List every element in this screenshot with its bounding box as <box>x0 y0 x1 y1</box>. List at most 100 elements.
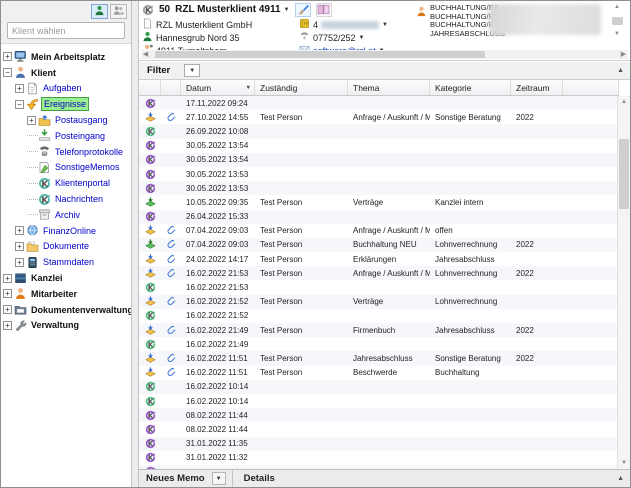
expand-icon[interactable]: + <box>27 116 36 125</box>
table-row[interactable]: K31.01.2022 11:32 <box>139 451 619 465</box>
cell-datum: 30.05.2022 13:54 <box>181 141 255 150</box>
table-row[interactable]: K30.05.2022 13:53 <box>139 181 619 195</box>
table-row[interactable]: 24.02.2022 14:17Test PersonErklärungenJa… <box>139 252 619 266</box>
sidebar-item-dokumentenverwaltung[interactable]: +Dokumentenverwaltung <box>1 302 131 318</box>
collapse-icon[interactable]: − <box>15 100 24 109</box>
scroll-up-icon[interactable]: ▲ <box>614 4 620 10</box>
cell-kategorie: Lohnverrechnung <box>430 297 511 306</box>
ref-dropdown-caret[interactable]: ▼ <box>382 22 388 28</box>
sidebar-splitter[interactable] <box>132 1 139 487</box>
neues-memo-dropdown[interactable]: ▼ <box>212 472 226 485</box>
table-row[interactable]: 07.04.2022 09:03Test PersonAnfrage / Aus… <box>139 224 619 238</box>
expand-icon[interactable]: + <box>15 242 24 251</box>
table-row[interactable]: K16.02.2022 21:49 <box>139 337 619 351</box>
clip-icon <box>166 296 177 307</box>
filter-collapse-icon[interactable]: ▲ <box>617 67 624 74</box>
table-row[interactable]: K30.05.2022 13:54 <box>139 153 619 167</box>
table-scroll-thumb[interactable] <box>619 139 629 209</box>
client-selector[interactable]: RZL Musterklient 4911 <box>175 4 280 15</box>
expand-icon[interactable]: + <box>3 274 12 283</box>
table-row[interactable]: K17.11.2022 09:24 <box>139 96 619 110</box>
column-icon2[interactable] <box>161 80 181 95</box>
expand-icon[interactable]: + <box>15 258 24 267</box>
expand-icon[interactable]: + <box>3 305 12 314</box>
table-row[interactable]: K31.01.2022 11:35 <box>139 437 619 451</box>
tab-details[interactable]: Details <box>237 470 282 487</box>
row-icon-cell <box>161 239 181 250</box>
scroll-left-icon[interactable]: ◀ <box>141 50 150 59</box>
sidebar-item-dokumente[interactable]: +Dokumente <box>1 239 131 255</box>
client-view-button[interactable] <box>91 4 108 19</box>
sidebar-item-verwaltung[interactable]: +Verwaltung <box>1 318 131 334</box>
sidebar-item-ereignisse[interactable]: −Ereignisse <box>1 96 131 112</box>
sidebar-item-telefonprotokolle[interactable]: Telefonprotokolle <box>1 144 131 160</box>
expand-icon[interactable]: + <box>3 289 12 298</box>
sidebar-item-stammdaten[interactable]: +Stammdaten <box>1 254 131 270</box>
sidebar-item-klientenportal[interactable]: KKlientenportal <box>1 175 131 191</box>
expand-icon[interactable]: + <box>15 226 24 235</box>
sidebar-item-finanzonline[interactable]: +FinanzOnline <box>1 223 131 239</box>
sidebar-item-kanzlei[interactable]: +Kanzlei <box>1 270 131 286</box>
group-view-button[interactable] <box>110 4 127 19</box>
table-row[interactable]: K16.02.2022 10:14 <box>139 394 619 408</box>
sidebar-item-archiv[interactable]: Archiv <box>1 207 131 223</box>
table-row[interactable]: 16.02.2022 11:51Test PersonBeschwerdeBuc… <box>139 366 619 380</box>
table-row[interactable]: K26.04.2022 15:33 <box>139 210 619 224</box>
sidebar-item-posteingang[interactable]: Posteingang <box>1 128 131 144</box>
tab-neues-memo[interactable]: Neues Memo <box>139 470 212 487</box>
table-row[interactable]: K16.02.2022 21:52 <box>139 309 619 323</box>
table-scroll-down-icon[interactable]: ▼ <box>618 460 630 466</box>
table-vscrollbar[interactable]: ▲ ▼ <box>617 96 630 469</box>
table-row[interactable]: K26.09.2022 10:08 <box>139 124 619 138</box>
column-icon1[interactable] <box>139 80 161 95</box>
table-row[interactable]: 16.02.2022 11:51Test PersonJahresabschlu… <box>139 351 619 365</box>
column-thema[interactable]: Thema <box>348 80 430 95</box>
sidebar-item-aufgaben[interactable]: +Aufgaben <box>1 81 131 97</box>
row-icon-cell <box>161 296 181 307</box>
table-row[interactable]: K30.05.2022 13:54 <box>139 139 619 153</box>
column-zeitraum[interactable]: Zeitraum <box>511 80 563 95</box>
datum-filter-caret[interactable]: ▼ <box>246 85 251 91</box>
table-row[interactable]: 27.10.2022 14:55Test PersonAnfrage / Aus… <box>139 110 619 124</box>
expand-icon[interactable]: + <box>15 84 24 93</box>
hscroll-thumb[interactable] <box>155 51 485 58</box>
person-client-icon <box>14 66 27 79</box>
filter-dropdown-button[interactable]: ▼ <box>184 64 200 77</box>
scroll-right-icon[interactable]: ▶ <box>619 50 628 59</box>
table-row[interactable]: K30.05.2022 13:53 <box>139 167 619 181</box>
sidebar-item-mein-arbeitsplatz[interactable]: +Mein Arbeitsplatz <box>1 49 131 65</box>
header-hscrollbar[interactable]: ◀ ▶ <box>141 50 628 59</box>
table-row[interactable]: K16.02.2022 21:53 <box>139 280 619 294</box>
column-zustaendig[interactable]: Zuständig <box>255 80 348 95</box>
edit-client-button[interactable] <box>295 3 311 17</box>
table-row[interactable]: K08.02.2022 11:44 <box>139 422 619 436</box>
table-scroll-up-icon[interactable]: ▲ <box>618 99 630 105</box>
expand-icon[interactable]: + <box>3 321 12 330</box>
table-row[interactable]: K08.02.2022 11:44 <box>139 408 619 422</box>
phone-dropdown-caret[interactable]: ▼ <box>359 35 365 41</box>
table-row[interactable]: 10.05.2022 09:35Test PersonVerträgeKanzl… <box>139 195 619 209</box>
phone-number[interactable]: 07752/252 <box>313 33 356 43</box>
column-kategorie[interactable]: Kategorie <box>430 80 511 95</box>
sidebar-item-postausgang[interactable]: +Postausgang <box>1 112 131 128</box>
table-row[interactable]: 16.02.2022 21:52Test PersonVerträgeLohnv… <box>139 295 619 309</box>
panel-collapse-icon[interactable]: ▲ <box>617 475 624 482</box>
sidebar-item-sonstigememos[interactable]: SonstigeMemos <box>1 160 131 176</box>
collapse-icon[interactable]: − <box>3 68 12 77</box>
scroll-down-icon[interactable]: ▼ <box>614 31 620 37</box>
table-row[interactable]: 16.02.2022 21:49Test PersonFirmenbuchJah… <box>139 323 619 337</box>
client-search-input[interactable] <box>7 22 125 39</box>
sidebar-item-klient[interactable]: −Klient <box>1 65 131 81</box>
expand-icon[interactable]: + <box>3 52 12 61</box>
sidebar-item-nachrichten[interactable]: KNachrichten <box>1 191 131 207</box>
table-row[interactable]: K16.02.2022 10:14 <box>139 380 619 394</box>
column-datum[interactable]: Datum▼ <box>181 80 255 95</box>
table-row[interactable]: 16.02.2022 21:53Test PersonAnfrage / Aus… <box>139 266 619 280</box>
scroll-thumb[interactable] <box>612 17 623 25</box>
client-selector-caret[interactable]: ▼ <box>284 7 290 13</box>
services-scrollbar[interactable]: ▲ ▼ <box>611 4 623 37</box>
addressbook-button[interactable] <box>316 3 332 17</box>
row-icon-cell <box>139 225 161 236</box>
sidebar-item-mitarbeiter[interactable]: +Mitarbeiter <box>1 286 131 302</box>
table-row[interactable]: 07.04.2022 09:03Test PersonBuchhaltung N… <box>139 238 619 252</box>
